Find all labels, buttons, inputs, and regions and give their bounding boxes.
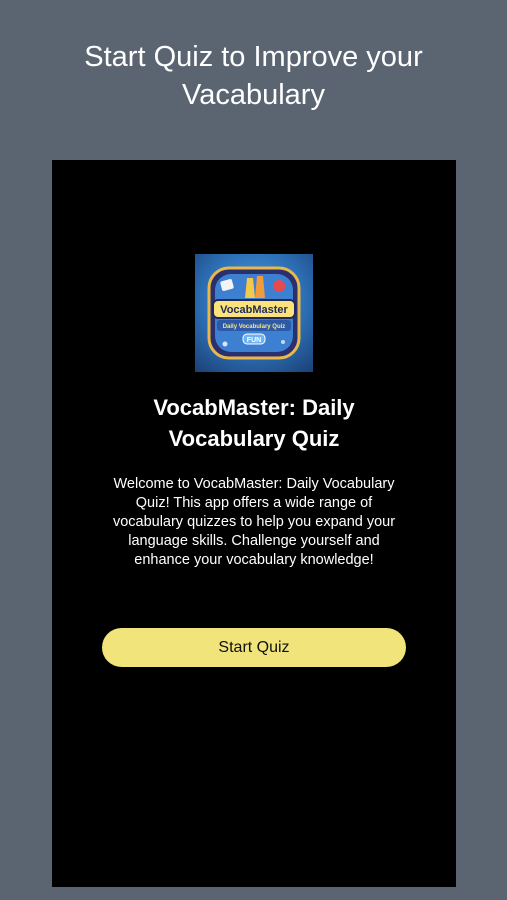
icon-logo-subtext: Daily Vocabulary Quiz xyxy=(223,324,286,330)
app-logo-icon: VocabMaster Daily Vocabulary Quiz FUN xyxy=(195,254,313,372)
app-name: VocabMaster: Daily Vocabulary Quiz xyxy=(92,392,416,454)
app-screen: VocabMaster Daily Vocabulary Quiz FUN Vo… xyxy=(52,160,456,887)
promo-title: Start Quiz to Improve your Vacabulary xyxy=(30,38,477,114)
promo-title-line-1: Start Quiz to Improve your xyxy=(84,41,423,73)
app-description: Welcome to VocabMaster: Daily Vocabulary… xyxy=(112,476,396,568)
promo-title-line-2: Vacabulary xyxy=(182,79,325,111)
icon-logo-badge: FUN xyxy=(247,337,261,344)
app-name-line-2: Vocabulary Quiz xyxy=(168,426,340,451)
app-name-line-1: VocabMaster: Daily xyxy=(153,395,355,420)
icon-logo-text: VocabMaster xyxy=(220,304,288,316)
start-quiz-button[interactable]: Start Quiz xyxy=(102,628,406,667)
